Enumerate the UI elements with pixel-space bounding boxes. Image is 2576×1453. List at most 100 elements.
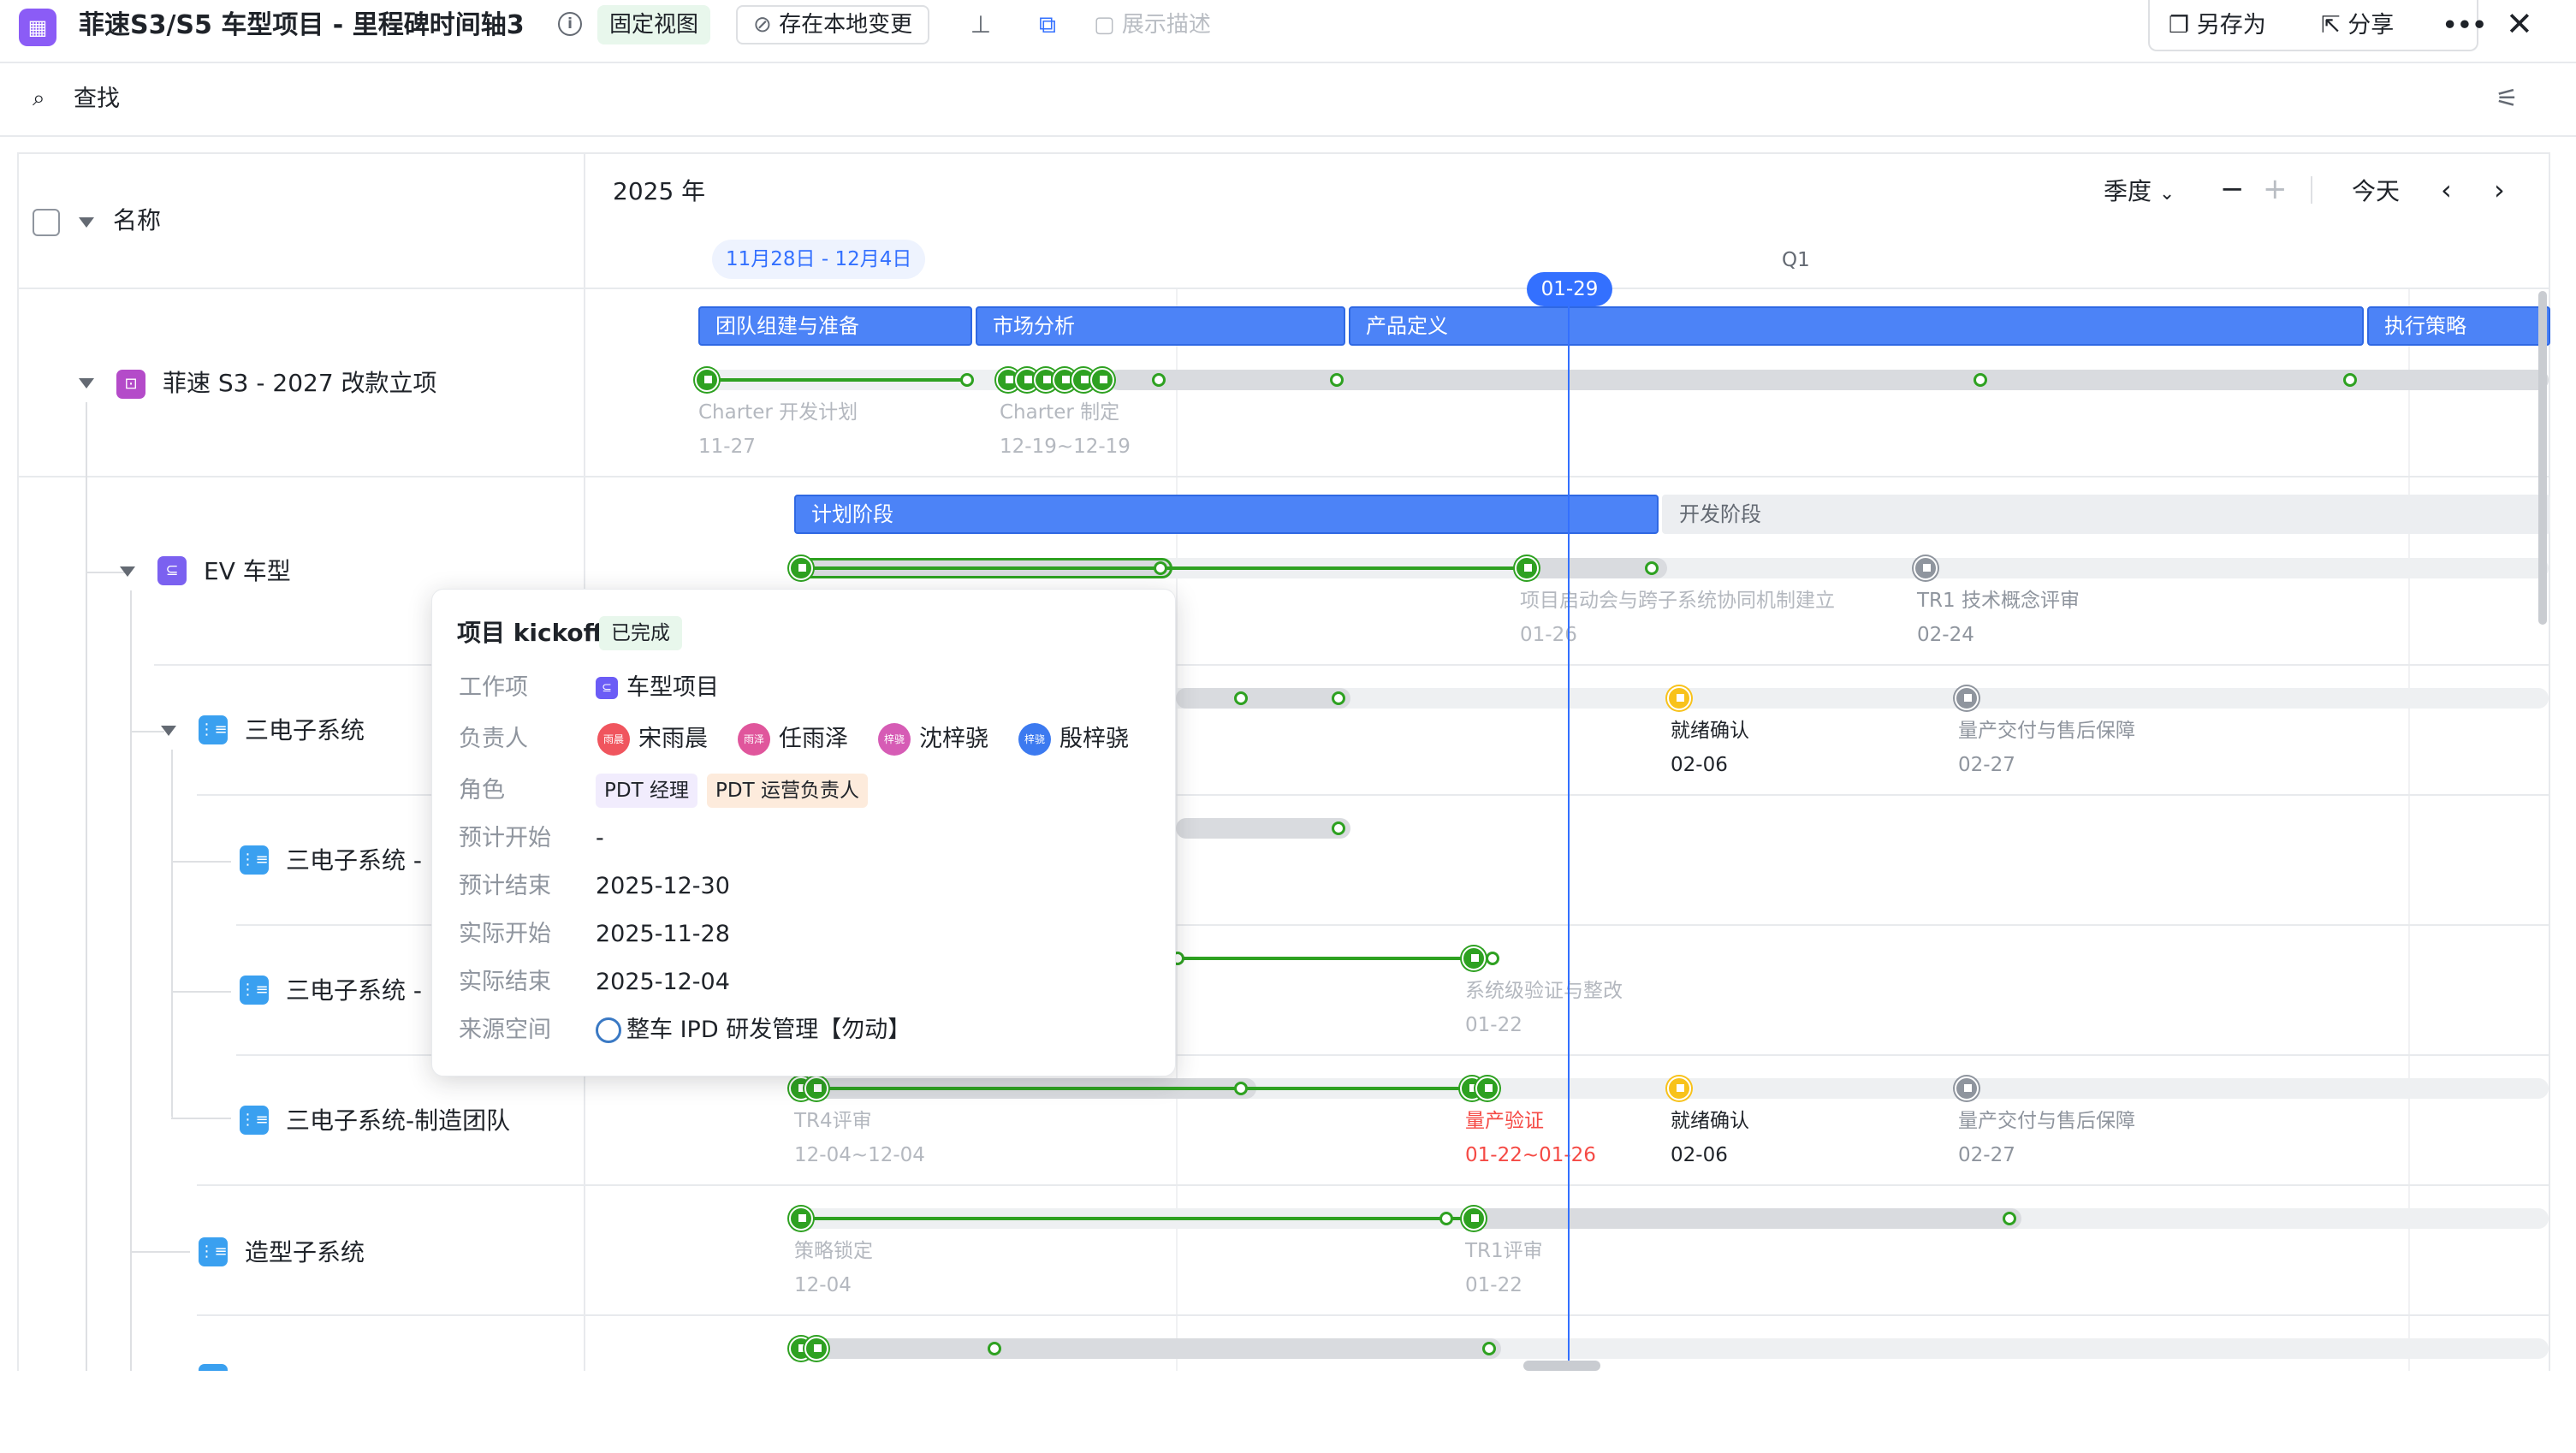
- sort-caret-icon[interactable]: [79, 217, 94, 228]
- tree-node-subsystem[interactable]: 三电子系统 -: [286, 974, 422, 1008]
- milestone-flag-icon[interactable]: [1475, 1076, 1499, 1100]
- work-item-link[interactable]: 车型项目: [626, 671, 719, 705]
- field-label: 负责人: [459, 726, 528, 752]
- owner-name[interactable]: 殷梓骁: [1059, 722, 1129, 756]
- milestone-flag-icon[interactable]: [1955, 686, 1979, 710]
- milestone-dot[interactable]: [1234, 1082, 1248, 1095]
- search-bar: [0, 65, 2576, 137]
- tree-connector: [171, 861, 231, 863]
- milestone-dot[interactable]: [1154, 561, 1167, 575]
- milestone-dot[interactable]: [1332, 821, 1345, 835]
- milestone-dot[interactable]: [1152, 373, 1166, 387]
- milestone-flag-icon[interactable]: [789, 1207, 813, 1231]
- phase-bar[interactable]: 团队组建与准备: [698, 306, 972, 346]
- fixed-view-chip[interactable]: 固定视图: [597, 5, 711, 44]
- chevron-right-icon[interactable]: ›: [2494, 171, 2505, 209]
- owner-name[interactable]: 宋雨晨: [638, 722, 708, 756]
- milestone-flag-icon[interactable]: [804, 1337, 828, 1361]
- milestone-date: 01-22: [1465, 1014, 1522, 1036]
- fullscreen-icon[interactable]: ⧉: [1030, 5, 1065, 44]
- vertical-scrollbar[interactable]: [2538, 291, 2547, 625]
- phase-bar[interactable]: 产品定义: [1349, 306, 2364, 346]
- milestone-flag-icon[interactable]: [804, 1076, 828, 1100]
- tree-node-project[interactable]: 菲速 S3 - 2027 改款立项: [163, 366, 437, 400]
- milestone-dot[interactable]: [1234, 691, 1248, 705]
- search-label[interactable]: 查找: [74, 82, 120, 116]
- milestone-dot[interactable]: [1439, 1212, 1453, 1225]
- phase-bar[interactable]: 计划阶段: [794, 495, 1659, 534]
- milestone-flag-icon[interactable]: [789, 556, 813, 580]
- zoom-in-icon[interactable]: +: [2263, 169, 2288, 209]
- save-local-changes-button[interactable]: ⊘ 存在本地变更: [736, 5, 930, 44]
- milestone-name: 系统级验证与整改: [1465, 980, 1623, 1002]
- chevron-left-icon[interactable]: ‹: [2441, 171, 2452, 209]
- more-icon[interactable]: •••: [2442, 7, 2487, 44]
- field-label: 工作项: [459, 674, 528, 701]
- milestone-dot[interactable]: [988, 1342, 1001, 1355]
- show-desc-label: 展示描述: [1121, 12, 1211, 38]
- milestone-flag-icon[interactable]: [1955, 1076, 1979, 1100]
- tree-node-subsystem[interactable]: 造型子系统: [245, 1236, 365, 1270]
- tree-node-subsystem[interactable]: 三电子系统-制造团队: [286, 1104, 510, 1138]
- milestone-dot[interactable]: [1330, 373, 1344, 387]
- plan-end-value: 2025-12-30: [596, 873, 730, 899]
- phase-bar[interactable]: 执行策略: [2367, 306, 2550, 346]
- granularity-value: 季度: [2104, 177, 2152, 205]
- source-space-link[interactable]: 整车 IPD 研发管理【勿动】: [626, 1013, 911, 1047]
- tree-connector: [171, 1118, 231, 1119]
- save-as-button[interactable]: ❐ 另存为: [2169, 7, 2266, 44]
- milestone-flag-icon[interactable]: [695, 368, 719, 392]
- milestone-flag-icon[interactable]: [1667, 686, 1691, 710]
- unlink-icon: ⊘: [753, 12, 780, 38]
- year-label: 2025 年: [613, 177, 706, 205]
- milestone-flag-icon[interactable]: [1515, 556, 1539, 580]
- milestone-dot[interactable]: [960, 373, 974, 387]
- tree-node-subsystem[interactable]: 三电子系统 -: [286, 844, 422, 878]
- select-all-checkbox[interactable]: [33, 209, 60, 236]
- collapse-caret-icon[interactable]: [161, 726, 176, 736]
- zoom-out-icon[interactable]: −: [2220, 169, 2245, 209]
- horizontal-scrollbar[interactable]: [1523, 1361, 1600, 1371]
- milestone-flag-icon[interactable]: [1462, 1207, 1486, 1231]
- milestone-flag-icon[interactable]: [1914, 556, 1938, 580]
- milestone-date: 12-04: [794, 1274, 852, 1296]
- search-icon[interactable]: ⌕: [33, 86, 58, 111]
- milestone-flag-icon[interactable]: [1462, 946, 1486, 970]
- milestone-dot[interactable]: [1645, 561, 1659, 575]
- milestone-flag-icon[interactable]: [1090, 368, 1114, 392]
- show-description-toggle[interactable]: ▢ 展示描述: [1094, 5, 1211, 44]
- milestone-date: 01-22: [1465, 1274, 1522, 1296]
- phase-bar[interactable]: 市场分析: [976, 306, 1345, 346]
- share-button[interactable]: ⇱ 分享: [2321, 7, 2394, 44]
- avatar: 雨晨: [597, 723, 630, 756]
- settings-sliders-icon[interactable]: ⚟: [2496, 82, 2519, 116]
- milestone-dot[interactable]: [2003, 1212, 2016, 1225]
- milestone-dot[interactable]: [2343, 373, 2357, 387]
- tree-connector: [130, 590, 132, 1371]
- milestone-date: 01-22~01-26: [1465, 1144, 1596, 1166]
- toolbar-divider: [2311, 176, 2312, 204]
- page-title: 菲速S3/S5 车型项目 - 里程碑时间轴3: [79, 10, 525, 40]
- field-label: 来源空间: [459, 1017, 551, 1043]
- info-icon[interactable]: i: [558, 12, 582, 36]
- phase-bar[interactable]: 开发阶段: [1662, 495, 2550, 534]
- tree-node-subsystem[interactable]: 三电子系统: [245, 714, 365, 748]
- tree-connector: [171, 991, 231, 993]
- granularity-select[interactable]: 季度 ⌄: [2104, 175, 2175, 211]
- space-logo-icon: [596, 1017, 621, 1043]
- milestone-flag-icon[interactable]: [1667, 1076, 1691, 1100]
- today-button[interactable]: 今天: [2352, 175, 2400, 209]
- milestone-date: 02-27: [1958, 754, 2015, 776]
- tree-node-ev[interactable]: EV 车型: [204, 555, 291, 589]
- pin-icon[interactable]: ⊥: [964, 5, 998, 44]
- milestone-dot[interactable]: [1332, 691, 1345, 705]
- field-label: 角色: [459, 777, 505, 804]
- collapse-caret-icon[interactable]: [120, 566, 135, 577]
- owner-name[interactable]: 沈梓骁: [919, 722, 988, 756]
- owner-name[interactable]: 任雨泽: [779, 722, 848, 756]
- milestone-dot[interactable]: [1486, 952, 1499, 965]
- milestone-dot[interactable]: [1974, 373, 1987, 387]
- close-icon[interactable]: ✕: [2506, 2, 2533, 46]
- milestone-dot[interactable]: [1482, 1342, 1496, 1355]
- collapse-caret-icon[interactable]: [79, 378, 94, 388]
